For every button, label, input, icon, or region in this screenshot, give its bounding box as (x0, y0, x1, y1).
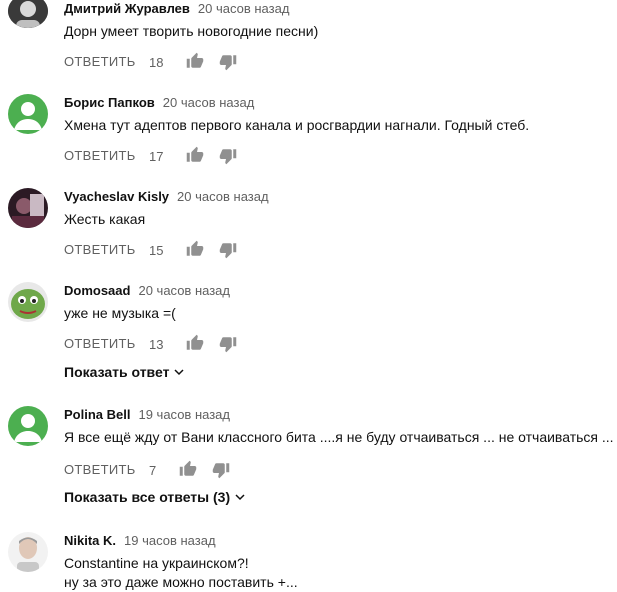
avatar[interactable] (8, 188, 48, 228)
comment-header: Polina Bell 19 часов назад (64, 407, 230, 422)
like-count: 13 (149, 337, 164, 352)
comment-text: Жесть какая (64, 211, 146, 227)
thumb-down-icon[interactable] (219, 241, 237, 259)
comment-text: Я все ещё жду от Вани классного бита ...… (64, 429, 614, 445)
show-replies-label: Показать все ответы (3) (64, 489, 231, 505)
author-name[interactable]: Domosaad (64, 283, 130, 298)
chevron-down-icon (235, 494, 245, 501)
avatar[interactable] (8, 532, 48, 572)
show-replies-button[interactable]: Показать все ответы (3) (64, 489, 246, 505)
avatar[interactable] (8, 94, 48, 134)
comment-time[interactable]: 20 часов назад (138, 283, 230, 298)
reply-button[interactable]: ОТВЕТИТЬ (64, 148, 136, 163)
comment-actions: ОТВЕТИТЬ (64, 145, 136, 165)
comment-time[interactable]: 19 часов назад (124, 533, 216, 548)
avatar[interactable] (8, 406, 48, 446)
reply-button[interactable]: ОТВЕТИТЬ (64, 336, 136, 351)
avatar[interactable] (8, 0, 48, 28)
like-count: 17 (149, 149, 164, 164)
comment-header: Vyacheslav Kisly 20 часов назад (64, 189, 269, 204)
like-count: 15 (149, 243, 164, 258)
thumb-down-icon[interactable] (212, 461, 230, 479)
comment-actions: ОТВЕТИТЬ (64, 51, 136, 71)
comment-header: Дмитрий Журавлев 20 часов назад (64, 1, 289, 16)
comment-actions: ОТВЕТИТЬ (64, 333, 136, 353)
like-count: 18 (149, 55, 164, 70)
comment-header: Борис Папков 20 часов назад (64, 95, 254, 110)
comment-text-line: ну за это даже можно поставить +... (64, 574, 298, 590)
show-replies-button[interactable]: Показать ответ (64, 364, 185, 380)
show-replies-label: Показать ответ (64, 364, 170, 380)
thumb-down-icon[interactable] (219, 147, 237, 165)
comment-time[interactable]: 20 часов назад (177, 189, 269, 204)
comment-text-line: Constantine на украинском?! (64, 555, 249, 571)
comment-header: Nikita K. 19 часов назад (64, 533, 216, 548)
thumb-up-icon[interactable] (186, 52, 204, 70)
reply-button[interactable]: ОТВЕТИТЬ (64, 462, 136, 477)
reply-button[interactable]: ОТВЕТИТЬ (64, 54, 136, 69)
author-name[interactable]: Polina Bell (64, 407, 130, 422)
comment-time[interactable]: 20 часов назад (163, 95, 255, 110)
thumb-up-icon[interactable] (186, 334, 204, 352)
comment-actions: ОТВЕТИТЬ (64, 239, 136, 259)
avatar[interactable] (8, 282, 48, 322)
thumb-up-icon[interactable] (179, 460, 197, 478)
author-name[interactable]: Nikita K. (64, 533, 116, 548)
comment-header: Domosaad 20 часов назад (64, 283, 230, 298)
comment-text: уже не музыка =( (64, 305, 176, 321)
comment-time[interactable]: 20 часов назад (198, 1, 290, 16)
comment-text: Хмена тут адептов первого канала и росгв… (64, 117, 530, 133)
thumb-up-icon[interactable] (186, 240, 204, 258)
comment-text: Дорн умеет творить новогодние песни) (64, 23, 319, 39)
reply-button[interactable]: ОТВЕТИТЬ (64, 242, 136, 257)
author-name[interactable]: Дмитрий Журавлев (64, 1, 190, 16)
author-name[interactable]: Vyacheslav Kisly (64, 189, 169, 204)
author-name[interactable]: Борис Папков (64, 95, 155, 110)
chevron-down-icon (174, 369, 184, 376)
comment-time[interactable]: 19 часов назад (138, 407, 230, 422)
thumb-up-icon[interactable] (186, 146, 204, 164)
like-count: 7 (149, 463, 157, 478)
thumb-down-icon[interactable] (219, 335, 237, 353)
comment-actions: ОТВЕТИТЬ (64, 459, 136, 479)
thumb-down-icon[interactable] (219, 53, 237, 71)
